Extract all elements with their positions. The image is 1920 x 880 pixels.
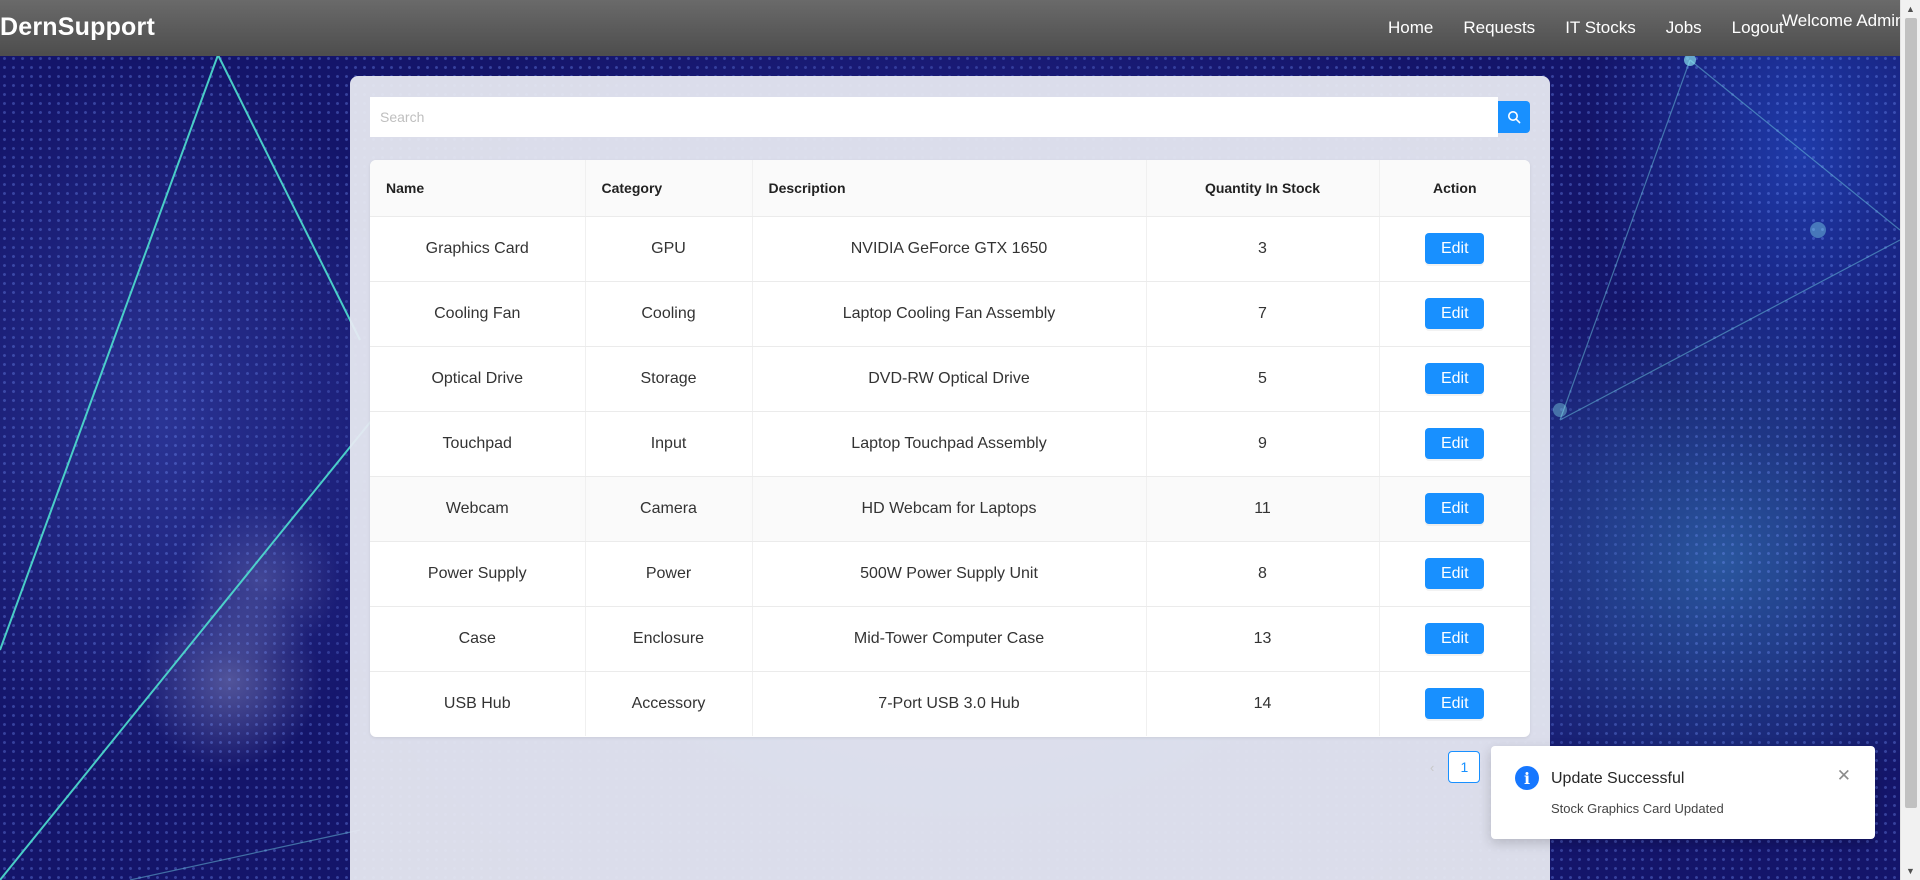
table-row: USB Hub Accessory 7-Port USB 3.0 Hub 14 … [370, 671, 1530, 736]
welcome-text: Welcome Admin [1782, 11, 1900, 30]
cell-action: Edit [1379, 541, 1530, 607]
table-row: Cooling Fan Cooling Laptop Cooling Fan A… [370, 281, 1530, 347]
nav-logout[interactable]: Logout [1732, 18, 1784, 38]
scroll-up-icon[interactable]: ▲ [1906, 4, 1915, 14]
scrollbar-thumb[interactable] [1905, 18, 1917, 808]
edit-button[interactable]: Edit [1425, 298, 1485, 329]
cell-category: Accessory [585, 671, 753, 736]
stock-panel: Name Category Description Quantity In St… [350, 76, 1550, 880]
edit-button[interactable]: Edit [1425, 493, 1485, 524]
cell-action: Edit [1379, 476, 1530, 542]
cell-name: Webcam [370, 476, 586, 542]
cell-name: Touchpad [370, 411, 586, 477]
pagination: ‹ 1 [1430, 751, 1481, 783]
cell-quantity: 13 [1146, 606, 1380, 672]
cell-name: Graphics Card [370, 216, 586, 282]
edit-button[interactable]: Edit [1425, 688, 1485, 720]
cell-category: Camera [585, 476, 753, 542]
edit-button[interactable]: Edit [1425, 233, 1485, 264]
cell-description: 500W Power Supply Unit [752, 541, 1147, 607]
info-icon: i [1515, 766, 1539, 790]
column-header-action: Action [1379, 160, 1530, 217]
pagination-page-1[interactable]: 1 [1448, 751, 1481, 783]
cell-quantity: 8 [1146, 541, 1380, 607]
cell-quantity: 9 [1146, 411, 1380, 477]
search-button[interactable] [1498, 101, 1530, 133]
nav-home[interactable]: Home [1388, 18, 1433, 38]
table-row: Touchpad Input Laptop Touchpad Assembly … [370, 411, 1530, 477]
cell-category: Cooling [585, 281, 753, 347]
column-header-name: Name [370, 160, 586, 217]
cell-action: Edit [1379, 216, 1530, 282]
cell-description: HD Webcam for Laptops [752, 476, 1147, 542]
cell-action: Edit [1379, 346, 1530, 412]
search-icon [1508, 111, 1521, 124]
cell-name: Optical Drive [370, 346, 586, 412]
cell-action: Edit [1379, 281, 1530, 347]
cell-name: Cooling Fan [370, 281, 586, 347]
cell-name: Case [370, 606, 586, 672]
close-icon[interactable]: ✕ [1837, 766, 1851, 786]
cell-description: Laptop Touchpad Assembly [752, 411, 1147, 477]
cell-quantity: 11 [1146, 476, 1380, 542]
search-bar [370, 97, 1530, 137]
notification-title: Update Successful [1551, 770, 1685, 787]
cell-quantity: 7 [1146, 281, 1380, 347]
cell-quantity: 14 [1146, 671, 1380, 736]
edit-button[interactable]: Edit [1425, 623, 1485, 654]
table-header-row: Name Category Description Quantity In St… [370, 160, 1530, 217]
cell-description: 7-Port USB 3.0 Hub [752, 671, 1147, 736]
pagination-prev-icon[interactable]: ‹ [1430, 760, 1434, 775]
table-row: Webcam Camera HD Webcam for Laptops 11 E… [370, 476, 1530, 542]
nav-it-stocks[interactable]: IT Stocks [1565, 18, 1636, 38]
table-row: Graphics Card GPU NVIDIA GeForce GTX 165… [370, 216, 1530, 282]
cell-quantity: 3 [1146, 216, 1380, 282]
column-header-quantity: Quantity In Stock [1146, 160, 1380, 217]
notification-description: Stock Graphics Card Updated [1551, 801, 1724, 816]
cell-category: Enclosure [585, 606, 753, 672]
notification-toast: i Update Successful Stock Graphics Card … [1491, 746, 1875, 839]
vertical-scrollbar[interactable]: ▲ ▼ [1900, 0, 1920, 880]
cell-category: Input [585, 411, 753, 477]
cell-action: Edit [1379, 411, 1530, 477]
cell-description: Mid-Tower Computer Case [752, 606, 1147, 672]
nav-requests[interactable]: Requests [1463, 18, 1535, 38]
cell-category: Power [585, 541, 753, 607]
table-row: Optical Drive Storage DVD-RW Optical Dri… [370, 346, 1530, 412]
cell-name: USB Hub [370, 671, 586, 736]
cell-description: Laptop Cooling Fan Assembly [752, 281, 1147, 347]
edit-button[interactable]: Edit [1425, 558, 1485, 589]
search-input[interactable] [370, 97, 1498, 137]
top-navbar: DernSupport Home Requests IT Stocks Jobs… [0, 0, 1900, 56]
cell-category: GPU [585, 216, 753, 282]
table-row: Case Enclosure Mid-Tower Computer Case 1… [370, 606, 1530, 672]
main-nav: Home Requests IT Stocks Jobs Logout [1388, 18, 1814, 38]
cell-action: Edit [1379, 671, 1530, 736]
scroll-down-icon[interactable]: ▼ [1906, 866, 1915, 876]
cell-action: Edit [1379, 606, 1530, 672]
cell-description: DVD-RW Optical Drive [752, 346, 1147, 412]
nav-jobs[interactable]: Jobs [1666, 18, 1702, 38]
cell-quantity: 5 [1146, 346, 1380, 412]
cell-name: Power Supply [370, 541, 586, 607]
cell-description: NVIDIA GeForce GTX 1650 [752, 216, 1147, 282]
cell-category: Storage [585, 346, 753, 412]
column-header-category: Category [585, 160, 753, 217]
column-header-description: Description [752, 160, 1147, 217]
edit-button[interactable]: Edit [1425, 363, 1485, 394]
brand-logo[interactable]: DernSupport [0, 13, 155, 42]
table-row: Power Supply Power 500W Power Supply Uni… [370, 541, 1530, 607]
stock-table: Name Category Description Quantity In St… [370, 160, 1530, 737]
edit-button[interactable]: Edit [1425, 428, 1485, 459]
